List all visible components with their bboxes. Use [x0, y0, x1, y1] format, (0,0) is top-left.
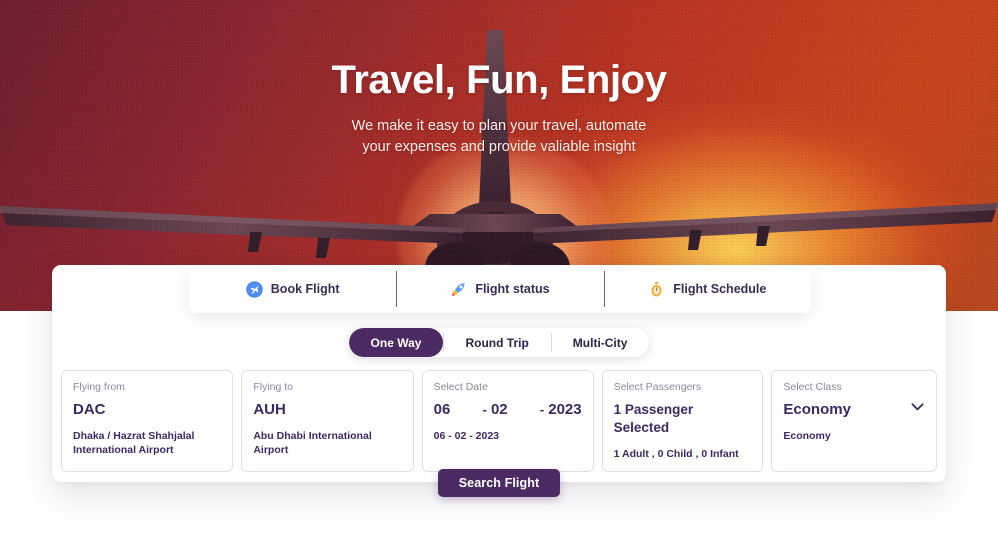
hero-subtitle-line-1: We make it easy to plan your travel, aut…	[351, 118, 647, 134]
page-root: Travel, Fun, Enjoy We make it easy to pl…	[0, 0, 998, 546]
passengers-breakdown: 1 Adult , 0 Child , 0 Infant	[613, 448, 739, 460]
flying-from-label: Flying from	[73, 381, 125, 393]
trip-type-multi-city[interactable]: Multi-City	[550, 328, 650, 357]
date-inputs: 06 - 02 - 2023	[434, 401, 582, 419]
tab-flight-schedule[interactable]: Flight Schedule	[603, 265, 811, 313]
trip-type-one-way[interactable]: One Way	[348, 328, 444, 357]
date-month[interactable]: 02	[491, 401, 536, 419]
rocket-icon	[452, 282, 465, 296]
select-date-field[interactable]: Select Date 06 - 02 - 2023 06 - 02 - 202…	[421, 370, 594, 472]
select-class-label: Select Class	[783, 381, 842, 393]
trip-type-one-way-label: One Way	[370, 335, 422, 350]
booking-card: Book Flight Flight status Flight Schedul…	[52, 265, 946, 482]
passengers-value: 1 Passenger Selected	[613, 402, 694, 435]
trip-type-multi-city-label: Multi-City	[572, 335, 628, 350]
date-summary: 06 - 02 - 2023	[433, 430, 500, 442]
flying-from-airport: Dhaka / Hazrat Shahjalal International A…	[73, 430, 195, 456]
date-separator-2: -	[539, 402, 545, 417]
flying-from-field[interactable]: Flying from DAC Dhaka / Hazrat Shahjalal…	[61, 370, 234, 472]
trip-type-round-trip-label: Round Trip	[465, 335, 529, 350]
hero-subtitle-line-2: your expenses and provide valiable insig…	[362, 139, 636, 155]
select-class-value: Economy	[783, 401, 851, 418]
flying-to-field[interactable]: Flying to AUH Abu Dhabi International Ai…	[241, 370, 414, 472]
hero-subtitle: We make it easy to plan your travel, aut…	[289, 116, 709, 158]
date-separator-1: -	[482, 402, 487, 417]
flying-from-code: DAC	[73, 401, 106, 418]
date-year[interactable]: 2023	[548, 401, 581, 419]
flying-to-code: AUH	[253, 401, 286, 418]
tab-flight-status-label: Flight status	[475, 282, 550, 296]
tab-book-flight-label: Book Flight	[270, 282, 340, 296]
tab-flight-schedule-label: Flight Schedule	[673, 282, 767, 296]
hero-copy: Travel, Fun, Enjoy We make it easy to pl…	[0, 0, 998, 158]
flying-to-label: Flying to	[253, 381, 293, 393]
select-passengers-label: Select Passengers	[613, 381, 702, 393]
trip-type-round-trip[interactable]: Round Trip	[443, 328, 551, 357]
trip-type-row: One Way Round Trip Multi-City	[52, 328, 946, 357]
tab-book-flight[interactable]: Book Flight	[189, 265, 396, 313]
flying-to-airport: Abu Dhabi International Airport	[253, 430, 372, 456]
search-fields: Flying from DAC Dhaka / Hazrat Shahjalal…	[61, 370, 938, 472]
search-flight-button[interactable]: Search Flight	[438, 469, 560, 497]
select-class-sub: Economy	[783, 430, 831, 442]
chevron-down-icon[interactable]	[911, 403, 924, 411]
select-date-label: Select Date	[433, 381, 488, 393]
hero-title: Travel, Fun, Enjoy	[331, 58, 667, 102]
date-day[interactable]: 06	[434, 401, 479, 419]
select-class-field[interactable]: Select Class Economy Economy	[771, 370, 938, 472]
tab-flight-status[interactable]: Flight status	[396, 265, 603, 313]
stopwatch-icon	[651, 281, 662, 296]
airplane-badge-icon	[246, 280, 263, 298]
booking-tabs: Book Flight Flight status Flight Schedul…	[189, 265, 811, 313]
select-passengers-field[interactable]: Select Passengers 1 Passenger Selected 1…	[601, 370, 764, 472]
trip-type-selector: One Way Round Trip Multi-City	[348, 328, 650, 357]
